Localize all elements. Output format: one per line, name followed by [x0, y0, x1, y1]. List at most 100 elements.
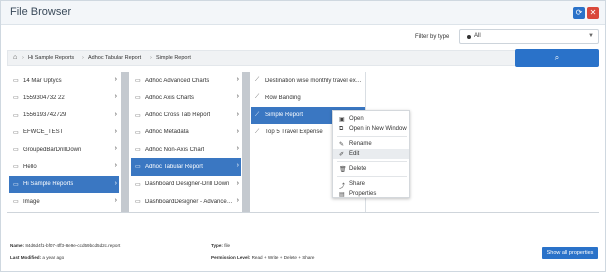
list-item-label: Hi Sample Reports [23, 181, 74, 188]
list-item-label: Destination wise monthly travel expen... [265, 77, 365, 84]
folder-icon: ▭ [135, 129, 141, 136]
chevron-right-icon: › [236, 127, 239, 135]
list-item[interactable]: ▭ Adhoc Tabular Report › [131, 158, 241, 176]
filter-type-select[interactable]: All ▼ [459, 29, 599, 44]
list-item-label: 1556193742729 [23, 112, 67, 119]
chevron-right-icon: › [114, 197, 117, 205]
list-item-label: Adhoc Advanced Charts [145, 77, 210, 84]
list-item[interactable]: ▭ Adhoc Cross Tab Report › [131, 107, 241, 124]
column-folders-sub: ▭ Adhoc Advanced Charts › ▭ Adhoc Axis Chart… [131, 72, 241, 212]
breadcrumb-item-3[interactable]: Simple Report [156, 55, 191, 61]
list-item[interactable]: ▭ Hello › [9, 158, 119, 175]
context-menu-item-open[interactable]: ▣ Open [333, 114, 409, 124]
chart-line-icon: ⟋ [255, 94, 260, 101]
list-item[interactable]: ▭ GroupedBarDrillDown › [9, 141, 119, 158]
list-item-label: Simple Report [265, 112, 304, 119]
chevron-right-icon: › [236, 145, 239, 153]
list-item-label: DashboardDesigner - Advanced M... [145, 198, 233, 205]
detail-permission: Permission Level: Read + Write + Delete … [211, 255, 315, 260]
list-item-label: Hello [23, 163, 37, 170]
chevron-right-icon: › [114, 179, 117, 187]
folder-icon: ▭ [13, 147, 19, 154]
list-item[interactable]: ▭ Adhoc Advanced Charts › [131, 72, 241, 89]
context-menu-item-open-in-new-window[interactable]: ⧉ Open in New Window [333, 124, 409, 134]
list-item[interactable]: ▭ EFWCE_TEST › [9, 124, 119, 141]
list-item[interactable]: ▭ Dashboard Designer-Drill Down › [131, 176, 241, 193]
filter-label: Filter by type [415, 34, 450, 40]
context-menu-item-delete[interactable]: 🗑 Delete [333, 164, 409, 174]
column-scrollbar[interactable] [121, 72, 129, 212]
list-item[interactable]: ▭ 14 Mar Uptycs › [9, 72, 119, 89]
chevron-right-icon: › [114, 76, 117, 83]
file-browser-window: File Browser ⟳ ✕ Filter by type All ▼ ⌂ … [0, 0, 606, 272]
folder-icon: ▭ [13, 181, 19, 188]
context-menu-item-edit[interactable]: ✐ Edit [333, 149, 409, 159]
search-button[interactable]: ⌕ [515, 49, 599, 67]
column-scrollbar[interactable] [242, 72, 250, 212]
chevron-right-icon: › [236, 162, 239, 170]
breadcrumb-item-1[interactable]: Hi Sample Reports [28, 55, 74, 61]
folder-icon: ▭ [13, 129, 19, 136]
chevron-right-icon: › [236, 179, 239, 187]
chart-line-icon: ⟋ [255, 77, 260, 83]
chevron-right-icon: › [236, 110, 239, 118]
home-icon[interactable]: ⌂ [13, 54, 17, 61]
open-icon: ▣ [339, 117, 345, 123]
chart-line-icon: ⟋ [255, 111, 260, 118]
list-item-label: Adhoc Tabular Report [145, 163, 203, 170]
context-menu-item-share[interactable]: ⤴ Share [333, 179, 409, 190]
close-icon[interactable]: ✕ [587, 7, 599, 19]
show-all-properties-button[interactable]: Show all properties [542, 247, 598, 259]
folder-icon: ▭ [13, 199, 19, 206]
list-item[interactable]: ▭ Adhoc Axis Charts › [131, 89, 241, 106]
chart-line-icon: ⟋ [255, 128, 260, 135]
edit-icon: ✐ [339, 152, 345, 158]
list-item[interactable]: ▭ Hi Sample Reports › [9, 175, 119, 194]
chevron-right-icon: › [114, 145, 117, 153]
chevron-right-icon: › [114, 93, 117, 101]
detail-name: Name: 84d6d4f1-bf07-4ff3-8e9e-ccd59bcd5d… [10, 243, 121, 248]
folder-icon: ▭ [135, 95, 141, 102]
folder-icon: ▭ [135, 181, 141, 188]
list-item[interactable]: ▭ 1556193742729 › [9, 107, 119, 124]
list-item-label: Adhoc Axis Charts [145, 94, 195, 101]
list-item-label: GroupedBarDrillDown [23, 146, 82, 153]
chevron-right-icon: › [236, 197, 239, 205]
list-item[interactable]: ▭ 1559304732 22 › [9, 89, 119, 106]
folder-icon: ▭ [135, 164, 141, 171]
chevron-right-icon: › [114, 127, 117, 135]
list-item-label: Row Banding [265, 94, 301, 101]
list-item[interactable]: ⟋ Destination wise monthly travel expen..… [251, 72, 365, 89]
list-item-label: 1559304732 22 [23, 94, 65, 101]
column-folders-root: ▭ 14 Mar Uptycs › ▭ 1559304732 22 › ▭ 155619374… [9, 72, 119, 212]
context-menu-item-rename[interactable]: ✎ Rename [333, 139, 409, 149]
refresh-icon[interactable]: ⟳ [573, 7, 585, 19]
chevron-right-icon: › [236, 76, 239, 83]
breadcrumb-item-2[interactable]: Adhoc Tabular Report [88, 55, 141, 61]
list-item-label: Dashboard Designer-Drill Down [145, 181, 230, 188]
list-item[interactable]: ▭ Adhoc Non-Axis Chart › [131, 141, 241, 158]
context-menu-item-properties[interactable]: ▤ Properties [333, 189, 409, 199]
delete-icon: 🗑 [339, 167, 347, 173]
properties-icon: ▤ [339, 192, 345, 198]
folder-icon: ▭ [135, 147, 141, 154]
rename-icon: ✎ [339, 142, 345, 148]
list-item-label: Adhoc Non-Axis Chart [145, 146, 205, 153]
menu-divider [337, 136, 407, 137]
list-item[interactable]: ⟋ Row Banding [251, 89, 365, 106]
list-item[interactable]: ▭ Image › [9, 193, 119, 210]
chevron-right-icon: › [114, 110, 117, 118]
detail-modified: Last Modified: a year ago [10, 255, 65, 260]
folder-icon: ▭ [13, 112, 19, 119]
list-item[interactable]: ▭ Adhoc Metadata › [131, 124, 241, 141]
list-item[interactable]: ▭ DashboardDesigner - Advanced M... › [131, 193, 241, 210]
breadcrumb: ⌂ › Hi Sample Reports › Adhoc Tabular Re… [7, 50, 599, 66]
folder-icon: ▭ [13, 95, 19, 102]
detail-type: Type: file [211, 243, 231, 248]
folder-icon: ▭ [135, 199, 141, 206]
folder-icon: ▭ [13, 164, 19, 171]
folder-icon: ▭ [13, 78, 19, 84]
list-item-label: Adhoc Cross Tab Report [145, 112, 211, 119]
filter-value: All [474, 33, 481, 39]
menu-divider [337, 176, 407, 177]
